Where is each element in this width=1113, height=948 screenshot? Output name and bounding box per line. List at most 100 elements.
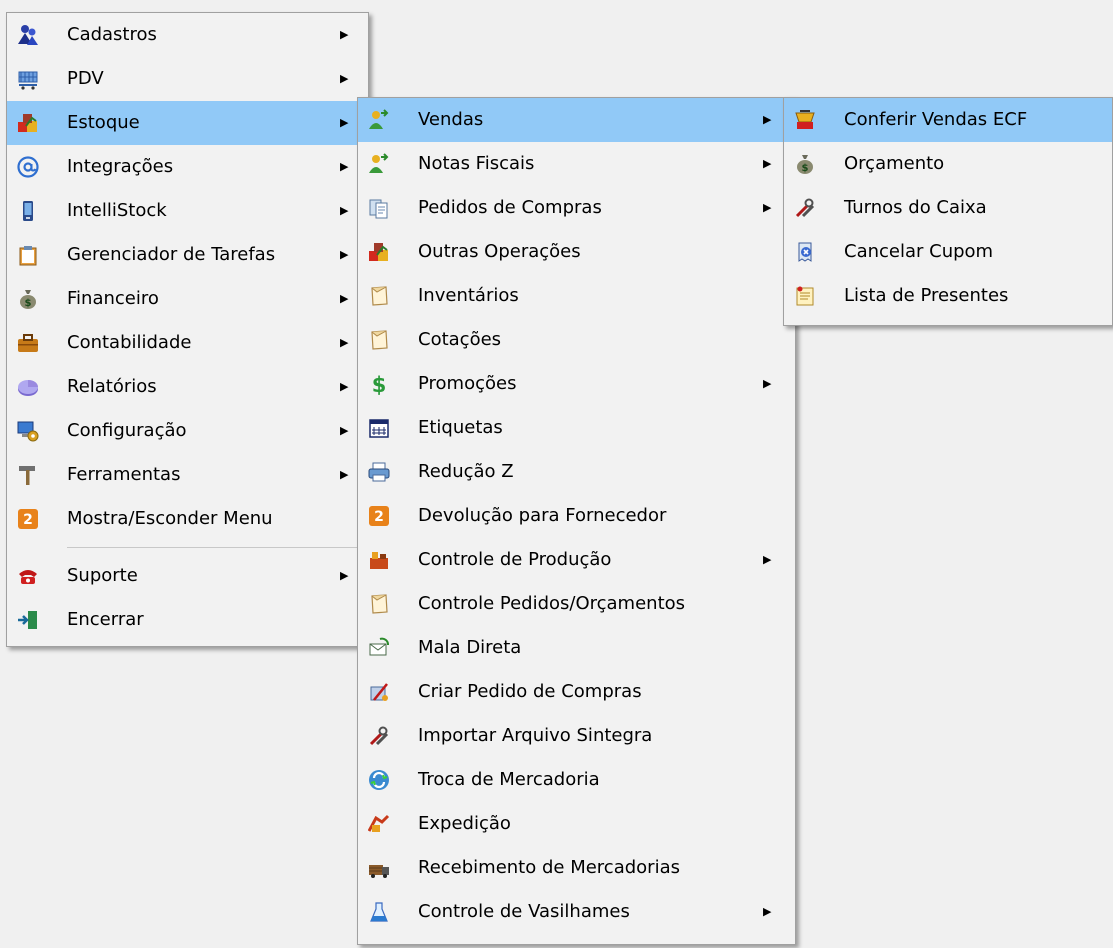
tools-icon [794,197,816,219]
estoque-menu-item[interactable]: Importar Arquivo Sintegra [358,714,795,758]
main-menu-item[interactable]: Relatórios ▶ [7,365,368,409]
estoque-menu-item[interactable]: 2 Devolução para Fornecedor [358,494,795,538]
clipboard-icon [17,244,39,266]
cart-icon [17,68,39,90]
main-menu-item[interactable]: Integrações ▶ [7,145,368,189]
vendas-menu-item[interactable]: Turnos do Caixa [784,186,1112,230]
submenu-arrow-icon: ▶ [763,905,772,918]
main-menu-item[interactable]: Cadastros ▶ [7,13,368,57]
cash-register-icon [794,109,816,131]
gift-list-icon [794,285,816,307]
main-menu-item[interactable]: Contabilidade ▶ [7,321,368,365]
documents-icon [368,197,390,219]
tools-icon [368,725,390,747]
submenu-arrow-icon: ▶ [340,336,349,349]
user-arrow-icon [368,153,390,175]
estoque-menu-item[interactable]: Criar Pedido de Compras [358,670,795,714]
vendas-menu-item-label: Orçamento [844,153,945,174]
phone-icon [17,200,39,222]
main-menu-item[interactable]: Configuração ▶ [7,409,368,453]
main-menu-item-label: Gerenciador de Tarefas [67,244,276,265]
vendas-menu-item[interactable]: Cancelar Cupom [784,230,1112,274]
estoque-menu-item[interactable]: $ Promoções ▶ [358,362,795,406]
estoque-menu-item[interactable]: Pedidos de Compras ▶ [358,186,795,230]
estoque-menu-item-label: Controle de Produção [418,549,612,570]
main-menu-item-label: PDV [67,68,104,89]
estoque-menu-item[interactable]: Cotações [358,318,795,362]
main-menu-item[interactable]: $ Financeiro ▶ [7,277,368,321]
main-menu-item[interactable]: Suporte ▶ [7,554,368,598]
users-icon [17,24,39,46]
main-menu-item[interactable]: 2 Mostra/Esconder Menu [7,497,368,541]
svg-text:2: 2 [23,512,33,528]
note-icon [368,329,390,351]
main-menu-item[interactable]: Estoque ▶ [7,101,368,145]
main-menu-item-label: Estoque [67,112,140,133]
estoque-menu-item[interactable]: Controle de Vasilhames ▶ [358,890,795,934]
estoque-menu-item[interactable]: Expedição [358,802,795,846]
main-menu-item-label: Contabilidade [67,332,192,353]
vendas-menu-item[interactable]: $ Orçamento [784,142,1112,186]
estoque-menu-item[interactable]: Controle de Produção ▶ [358,538,795,582]
main-menu-item-label: Mostra/Esconder Menu [67,508,273,529]
submenu-arrow-icon: ▶ [763,157,772,170]
money-bag-icon: $ [17,288,39,310]
flask-icon [368,901,390,923]
estoque-menu-item[interactable]: Mala Direta [358,626,795,670]
main-menu-item[interactable]: Encerrar [7,598,368,642]
submenu-arrow-icon: ▶ [340,380,349,393]
estoque-menu-item[interactable]: Inventários [358,274,795,318]
estoque-menu-item-label: Etiquetas [418,417,503,438]
estoque-submenu: Vendas ▶ Notas Fiscais ▶ Pedidos de Compras ▶… [357,97,796,945]
estoque-menu-item[interactable]: Controle Pedidos/Orçamentos [358,582,795,626]
user-arrow-icon [368,109,390,131]
main-menu-item[interactable]: Gerenciador de Tarefas ▶ [7,233,368,277]
cancel-receipt-icon [794,241,816,263]
estoque-menu-item-label: Pedidos de Compras [418,197,602,218]
estoque-menu-item[interactable]: Troca de Mercadoria [358,758,795,802]
submenu-arrow-icon: ▶ [340,204,349,217]
estoque-menu-item-label: Criar Pedido de Compras [418,681,642,702]
vendas-menu-item[interactable]: Conferir Vendas ECF [784,98,1112,142]
estoque-menu-item[interactable]: Recebimento de Mercadorias [358,846,795,890]
estoque-menu-item[interactable]: Etiquetas [358,406,795,450]
main-menu-item-label: Suporte [67,565,138,586]
money-bag-icon: $ [794,153,816,175]
estoque-menu-item-label: Recebimento de Mercadorias [418,857,680,878]
pie-chart-icon [17,376,39,398]
main-menu-item-label: Cadastros [67,24,157,45]
estoque-menu-item-label: Cotações [418,329,502,350]
estoque-menu-item-label: Expedição [418,813,511,834]
hammer-icon [17,464,39,486]
submenu-arrow-icon: ▶ [340,569,349,582]
estoque-menu-item-label: Controle Pedidos/Orçamentos [418,593,686,614]
submenu-arrow-icon: ▶ [340,248,349,261]
estoque-menu-item-label: Promoções [418,373,517,394]
dollar-icon: $ [368,373,390,395]
main-menu-item-label: Integrações [67,156,174,177]
submenu-arrow-icon: ▶ [763,201,772,214]
vendas-menu-item-label: Conferir Vendas ECF [844,109,1028,130]
submenu-arrow-icon: ▶ [340,424,349,437]
vendas-menu-item[interactable]: Lista de Presentes [784,274,1112,318]
estoque-menu-item[interactable]: Redução Z [358,450,795,494]
submenu-arrow-icon: ▶ [763,553,772,566]
submenu-arrow-icon: ▶ [763,113,772,126]
estoque-menu-item-label: Controle de Vasilhames [418,901,630,922]
note-icon [368,285,390,307]
svg-text:$: $ [25,298,32,309]
estoque-menu-item[interactable]: Notas Fiscais ▶ [358,142,795,186]
menu-separator [7,541,368,554]
main-menu-item-label: Encerrar [67,609,144,630]
main-menu-item[interactable]: Ferramentas ▶ [7,453,368,497]
main-menu-item[interactable]: PDV ▶ [7,57,368,101]
boxes-icon [17,112,39,134]
submenu-arrow-icon: ▶ [763,377,772,390]
main-menu-item[interactable]: IntelliStock ▶ [7,189,368,233]
estoque-menu-item[interactable]: Vendas ▶ [358,98,795,142]
main-menu-item-label: Ferramentas [67,464,181,485]
estoque-menu-item[interactable]: Outras Operações [358,230,795,274]
svg-text:$: $ [802,163,809,174]
estoque-menu-item-label: Vendas [418,109,484,130]
estoque-menu-item-label: Redução Z [418,461,514,482]
